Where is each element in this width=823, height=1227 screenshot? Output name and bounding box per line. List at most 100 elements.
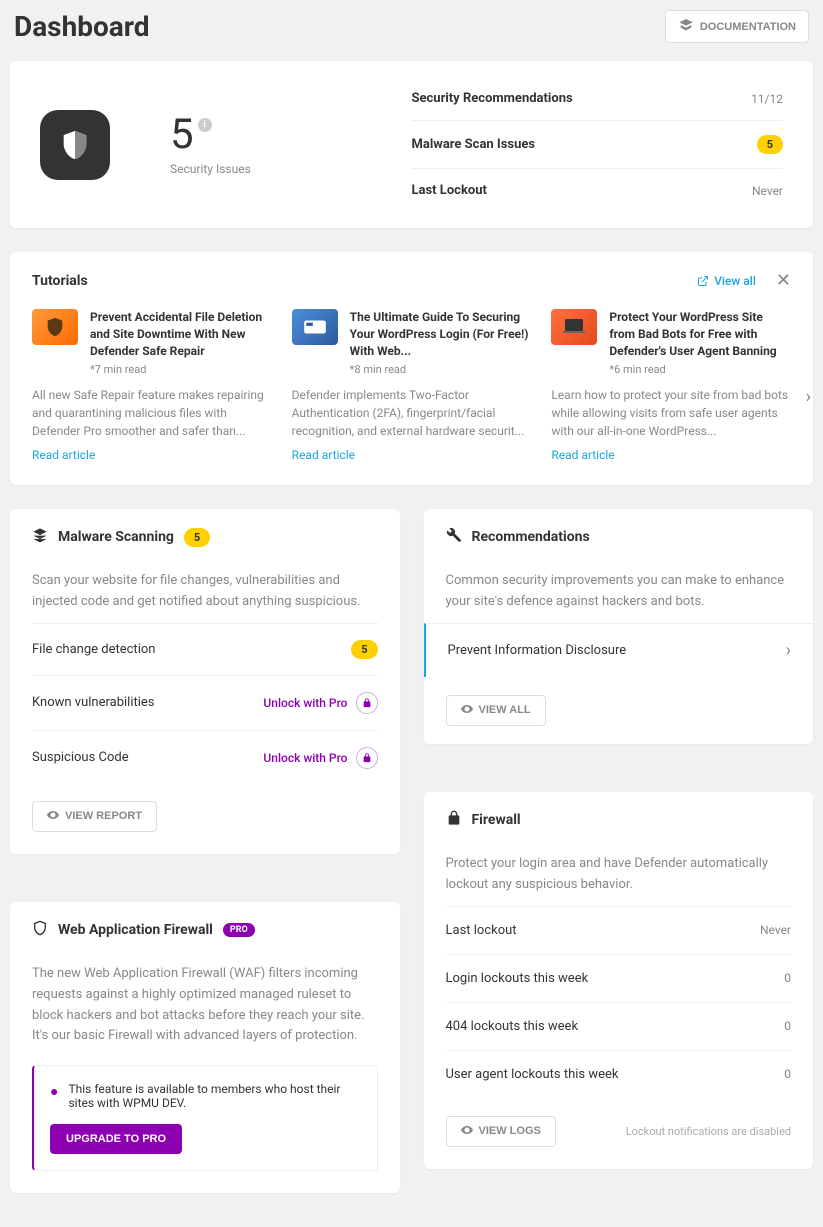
- read-article-link[interactable]: Read article: [551, 448, 614, 462]
- tutorial-title: Prevent Accidental File Deletion and Sit…: [90, 309, 272, 359]
- tutorial-meta: *7 min read: [90, 363, 272, 376]
- row-label: Suspicious Code: [32, 750, 129, 765]
- documentation-label: DOCUMENTATION: [700, 21, 796, 33]
- academy-icon: [678, 17, 694, 36]
- stat-value: Never: [752, 184, 783, 198]
- malware-badge: 5: [184, 528, 210, 547]
- summary-card: 5 i Security Issues Security Recommendat…: [10, 61, 813, 228]
- info-icon: ●: [50, 1083, 58, 1100]
- recommendations-card: Recommendations Common security improvem…: [424, 509, 814, 744]
- row-label: User agent lockouts this week: [446, 1067, 619, 1082]
- layers-icon: [32, 527, 48, 547]
- view-logs-label: VIEW LOGS: [479, 1125, 541, 1137]
- view-all-label: View all: [714, 274, 756, 288]
- eye-icon: [47, 809, 59, 824]
- list-row: File change detection 5: [32, 623, 378, 675]
- stat-label: Last Lockout: [412, 183, 487, 198]
- tutorial-meta: *6 min read: [609, 363, 791, 376]
- row-value: 0: [784, 971, 791, 985]
- row-label: File change detection: [32, 642, 155, 657]
- stat-label: Security Recommendations: [412, 91, 573, 106]
- security-issues-label: Security Issues: [170, 162, 251, 176]
- firewall-title: Firewall: [472, 812, 521, 828]
- recommendation-row[interactable]: Prevent Information Disclosure ›: [424, 623, 814, 677]
- list-row: Known vulnerabilities Unlock with Pro: [32, 675, 378, 730]
- row-label: Login lockouts this week: [446, 971, 589, 986]
- page-title: Dashboard: [14, 10, 150, 43]
- row-label: Last lockout: [446, 923, 517, 938]
- tutorial-thumb: [292, 309, 338, 345]
- tutorial-item[interactable]: The Ultimate Guide To Securing Your Word…: [292, 309, 532, 463]
- lock-icon: [446, 810, 462, 830]
- security-issues-count: 5: [170, 114, 194, 156]
- tutorials-view-all-link[interactable]: View all: [697, 274, 756, 288]
- tutorial-item[interactable]: Prevent Accidental File Deletion and Sit…: [32, 309, 272, 463]
- firewall-desc: Protect your login area and have Defende…: [446, 848, 792, 906]
- tutorials-title: Tutorials: [32, 273, 88, 289]
- stat-row: Security Recommendations 11/12: [412, 91, 784, 121]
- lock-icon: [356, 747, 378, 769]
- stat-pill: 5: [757, 135, 783, 154]
- tutorial-desc: Defender implements Two-Factor Authentic…: [292, 386, 532, 440]
- carousel-next-icon[interactable]: ›: [806, 387, 811, 408]
- waf-card: Web Application Firewall PRO The new Web…: [10, 902, 400, 1193]
- view-report-button[interactable]: VIEW REPORT: [32, 801, 157, 832]
- row-label: 404 lockouts this week: [446, 1019, 579, 1034]
- tutorial-thumb: [32, 309, 78, 345]
- stat-value: 11/12: [751, 92, 783, 106]
- info-icon[interactable]: i: [198, 118, 212, 132]
- unlock-pro[interactable]: Unlock with Pro: [263, 747, 377, 769]
- unlock-pro[interactable]: Unlock with Pro: [263, 692, 377, 714]
- stat-label: Malware Scan Issues: [412, 137, 536, 152]
- malware-card: Malware Scanning 5 Scan your website for…: [10, 509, 400, 854]
- brand-shield-icon: [40, 110, 110, 180]
- pro-badge: PRO: [223, 923, 255, 937]
- view-all-label: VIEW ALL: [479, 704, 531, 716]
- row-label: Known vulnerabilities: [32, 695, 155, 710]
- view-all-button[interactable]: VIEW ALL: [446, 695, 546, 726]
- recommendations-title: Recommendations: [472, 529, 590, 545]
- list-row: 404 lockouts this week 0: [446, 1002, 792, 1050]
- waf-title: Web Application Firewall: [58, 922, 213, 938]
- eye-icon: [461, 1124, 473, 1139]
- chevron-right-icon: ›: [786, 640, 791, 661]
- lockout-note: Lockout notifications are disabled: [626, 1125, 791, 1138]
- firewall-card: Firewall Protect your login area and hav…: [424, 792, 814, 1169]
- documentation-button[interactable]: DOCUMENTATION: [665, 10, 809, 43]
- tutorial-thumb: [551, 309, 597, 345]
- recommendation-label: Prevent Information Disclosure: [448, 643, 627, 658]
- tutorials-card: Tutorials View all ✕ Prevent Accidental …: [10, 252, 813, 485]
- list-row: Last lockout Never: [446, 906, 792, 954]
- tutorial-title: Protect Your WordPress Site from Bad Bot…: [609, 309, 791, 359]
- tutorial-meta: *8 min read: [350, 363, 532, 376]
- row-value: Never: [760, 923, 791, 937]
- unlock-label: Unlock with Pro: [263, 751, 347, 765]
- row-value: 0: [784, 1019, 791, 1033]
- list-row: User agent lockouts this week 0: [446, 1050, 792, 1098]
- row-pill: 5: [351, 640, 377, 659]
- wrench-icon: [446, 527, 462, 547]
- stat-row: Last Lockout Never: [412, 169, 784, 198]
- row-value: 0: [784, 1067, 791, 1081]
- notice-box: ● This feature is available to members w…: [32, 1065, 378, 1171]
- read-article-link[interactable]: Read article: [292, 448, 355, 462]
- notice-text: This feature is available to members who…: [68, 1082, 360, 1110]
- list-row: Suspicious Code Unlock with Pro: [32, 730, 378, 785]
- close-icon[interactable]: ✕: [776, 270, 791, 291]
- tutorial-desc: Learn how to protect your site from bad …: [551, 386, 791, 440]
- malware-desc: Scan your website for file changes, vuln…: [32, 565, 378, 623]
- read-article-link[interactable]: Read article: [32, 448, 95, 462]
- shield-icon: [32, 920, 48, 940]
- list-row: Login lockouts this week 0: [446, 954, 792, 1002]
- waf-desc: The new Web Application Firewall (WAF) f…: [32, 958, 378, 1057]
- eye-icon: [461, 703, 473, 718]
- tutorial-desc: All new Safe Repair feature makes repair…: [32, 386, 272, 440]
- tutorial-item[interactable]: Protect Your WordPress Site from Bad Bot…: [551, 309, 791, 463]
- recommendations-desc: Common security improvements you can mak…: [446, 565, 792, 623]
- malware-title: Malware Scanning: [58, 529, 174, 545]
- view-logs-button[interactable]: VIEW LOGS: [446, 1116, 556, 1147]
- view-report-label: VIEW REPORT: [65, 810, 142, 822]
- unlock-label: Unlock with Pro: [263, 696, 347, 710]
- stat-row: Malware Scan Issues 5: [412, 121, 784, 169]
- upgrade-button[interactable]: UPGRADE TO PRO: [50, 1124, 182, 1154]
